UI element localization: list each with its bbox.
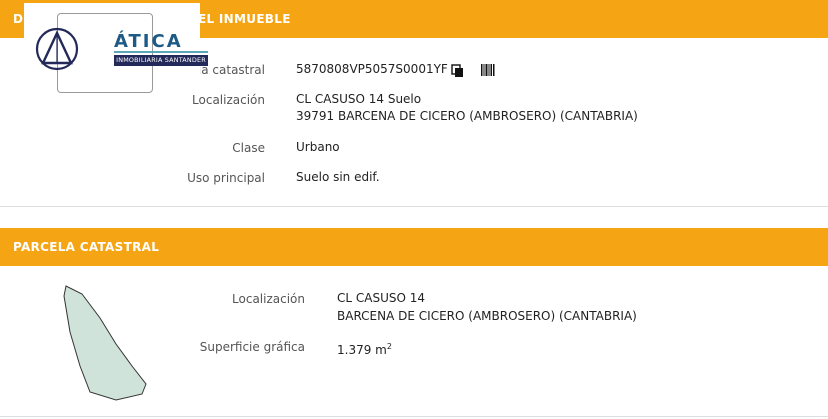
copy-icon[interactable] [451, 63, 465, 77]
clase-label: Clase [232, 141, 265, 155]
clase-value: Urbano [296, 140, 340, 154]
ref-catastral-value: 5870808VP5057S0001YF [296, 62, 448, 76]
section-title: EL INMUEBLE [198, 12, 291, 26]
parcel-shape [60, 280, 150, 404]
localizacion-line1: CL CASUSO 14 Suelo [296, 92, 422, 106]
superficie-number: 1.379 m [337, 343, 387, 357]
parcela-localizacion-line1: CL CASUSO 14 [337, 291, 426, 305]
logo: ÁTICA INMOBILIARIA SANTANDER [24, 3, 208, 93]
superficie-value: 1.379 m2 [337, 338, 392, 359]
parcela-panel: Localización CL CASUSO 14 BARCENA DE CIC… [0, 266, 828, 417]
logo-tagline: INMOBILIARIA SANTANDER [114, 55, 208, 66]
section-title: PARCELA CATASTRAL [13, 240, 160, 254]
uso-principal-value: Suelo sin edif. [296, 170, 380, 184]
logo-accent-line [114, 51, 208, 53]
parcela-localizacion-label: Localización [232, 292, 305, 306]
triangle-logo-icon [35, 27, 79, 71]
parcela-localizacion-line2: BARCENA DE CICERO (AMBROSERO) (CANTABRIA… [337, 309, 637, 323]
superficie-unit-exponent: 2 [386, 342, 392, 351]
localizacion-line2: 39791 BARCENA DE CICERO (AMBROSERO) (CAN… [296, 109, 638, 123]
superficie-label: Superficie gráfica [199, 340, 305, 354]
logo-wordmark: ÁTICA [114, 31, 183, 52]
section-title-prefix: D [13, 12, 24, 26]
section-header-parcela: PARCELA CATASTRAL [0, 228, 828, 266]
localizacion-label: Localización [192, 93, 265, 107]
uso-principal-label: Uso principal [187, 171, 265, 185]
barcode-icon[interactable] [481, 62, 495, 76]
